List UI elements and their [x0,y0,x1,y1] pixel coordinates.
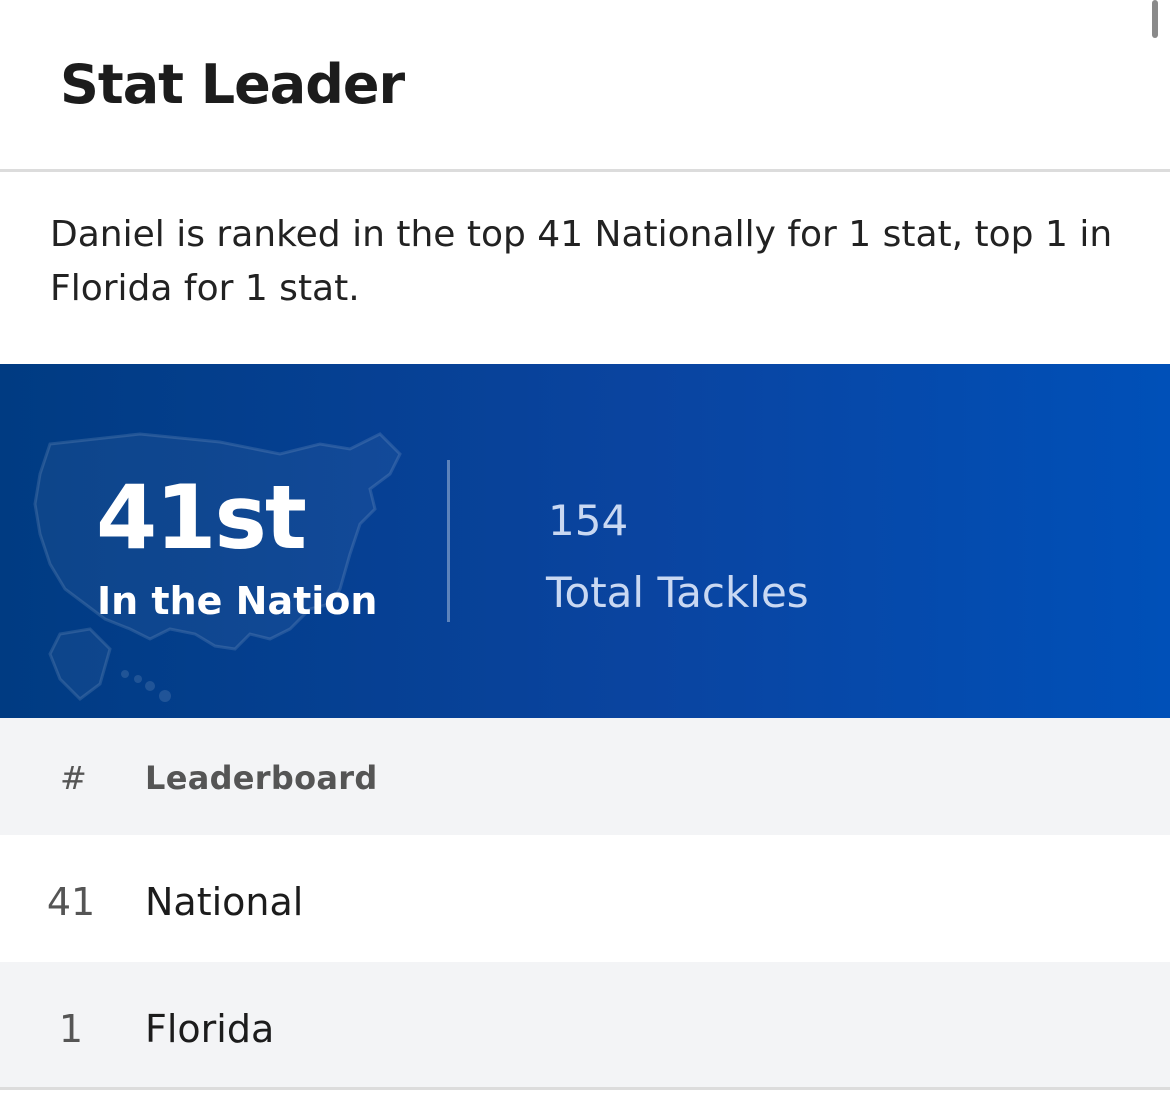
row-name: National [145,880,304,924]
page-title: Stat Leader [60,53,405,116]
row-name: Florida [145,1007,275,1051]
stat-leader-card: Stat Leader Daniel is ranked in the top … [0,0,1170,1096]
banner-divider [447,460,450,622]
row-rank: 1 [58,1007,84,1051]
column-header-leaderboard: Leaderboard [145,759,378,797]
table-row[interactable]: 41 National [0,835,1170,962]
rank-value: 41st [96,466,307,569]
stat-value: 154 [548,496,629,545]
row-rank: 41 [46,880,96,924]
rank-banner: 41st In the Nation 154 Total Tackles [0,364,1170,718]
column-header-rank: # [60,759,87,797]
stat-label: Total Tackles [546,568,809,617]
card-header: Stat Leader [0,0,1170,172]
rank-label: In the Nation [97,579,378,623]
summary-section: Daniel is ranked in the top 41 Nationall… [0,172,1170,364]
leaderboard-header: # Leaderboard [0,718,1170,835]
table-row[interactable]: 1 Florida [0,962,1170,1090]
summary-text: Daniel is ranked in the top 41 Nationall… [50,214,1113,309]
